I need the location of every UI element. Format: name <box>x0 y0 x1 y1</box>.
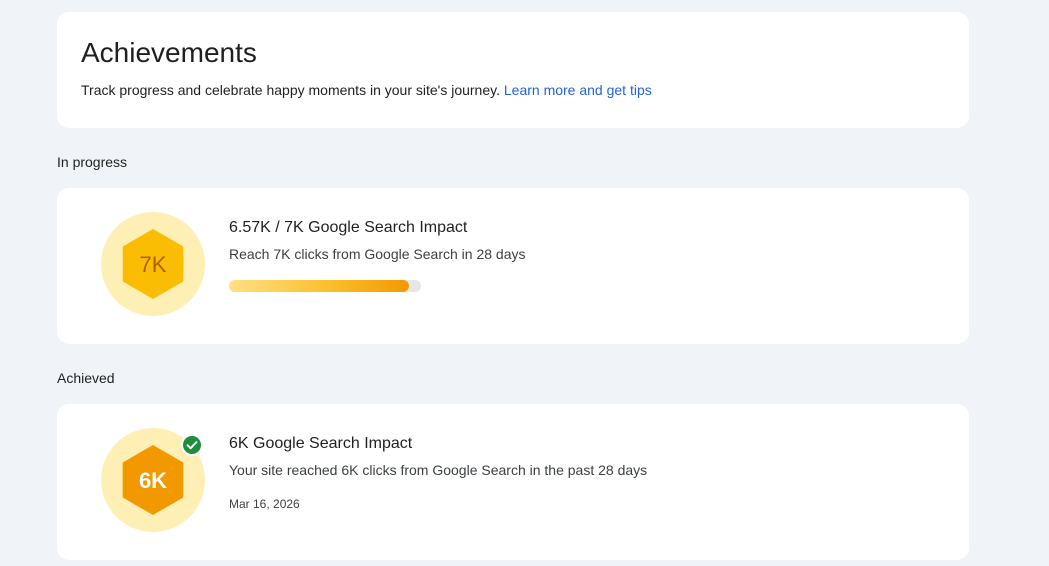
learn-more-link[interactable]: Learn more and get tips <box>504 82 652 98</box>
achievement-description: Reach 7K clicks from Google Search in 28… <box>229 246 526 262</box>
achievement-card-achieved[interactable]: 6K 6K Google Search Impact Your site rea… <box>57 404 969 560</box>
achievement-date: Mar 16, 2026 <box>229 497 300 511</box>
achievement-title: 6.57K / 7K Google Search Impact <box>229 219 468 236</box>
page-description-text: Track progress and celebrate happy momen… <box>81 82 500 98</box>
achievement-card-in-progress[interactable]: 7K 6.57K / 7K Google Search Impact Reach… <box>57 188 969 344</box>
achievement-badge-7k: 7K <box>101 212 205 316</box>
achievements-page: Achievements Track progress and celebrat… <box>0 0 1049 566</box>
achievement-title: 6K Google Search Impact <box>229 435 413 452</box>
progress-bar <box>229 280 421 292</box>
section-label-achieved: Achieved <box>57 370 115 386</box>
achievement-badge-6k: 6K <box>101 428 205 532</box>
badge-label: 6K <box>139 468 167 493</box>
section-label-in-progress: In progress <box>57 154 128 170</box>
page-title: Achievements <box>81 37 257 68</box>
badge-label: 7K <box>140 252 167 277</box>
achievement-description: Your site reached 6K clicks from Google … <box>229 462 648 478</box>
page-description: Track progress and celebrate happy momen… <box>81 81 652 99</box>
progress-bar-fill <box>229 280 410 292</box>
hexagon-badge-icon: 7K <box>101 212 205 316</box>
check-circle-icon <box>181 434 203 456</box>
header-card: Achievements Track progress and celebrat… <box>57 12 969 128</box>
